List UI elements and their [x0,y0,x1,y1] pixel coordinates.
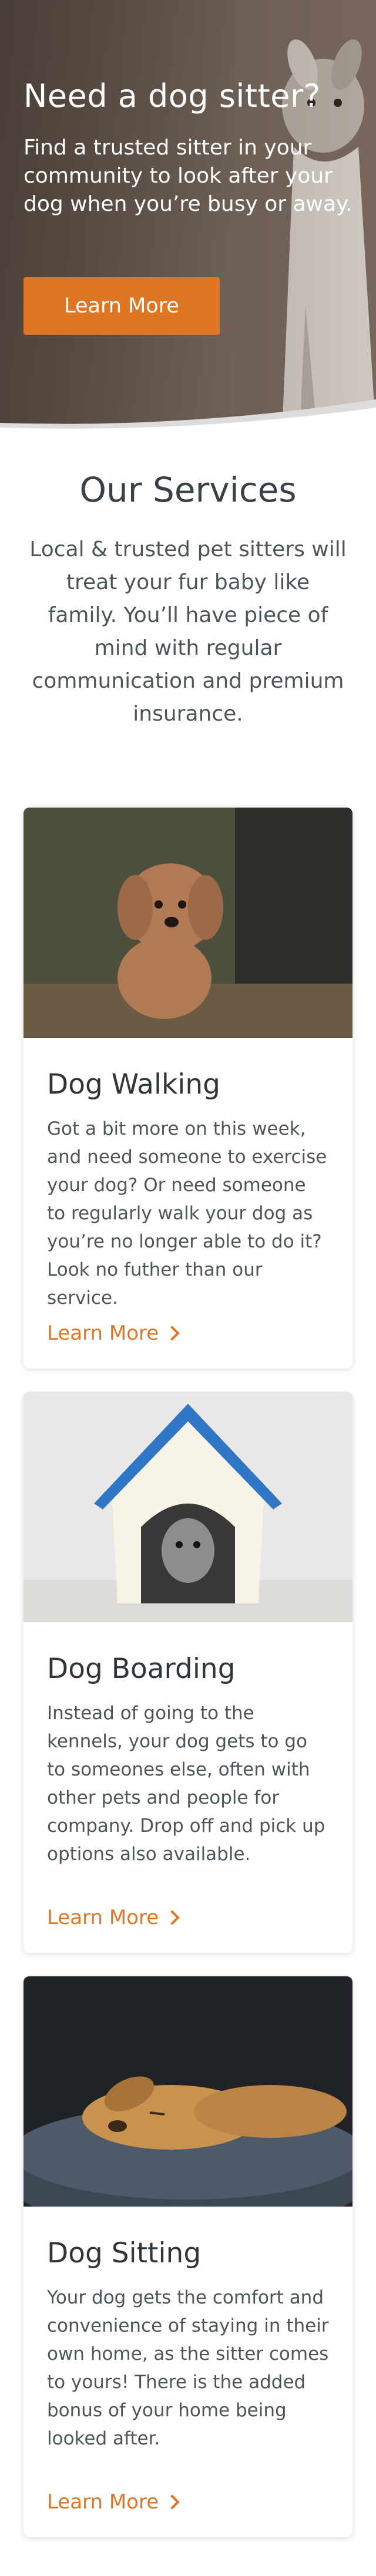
card-title: Dog Walking [47,1068,220,1101]
services-intro: Local & trusted pet sitters will treat y… [29,537,347,726]
link-label: Learn More [47,1321,159,1345]
chevron-right-icon [164,1326,180,1341]
hero-wave-divider [0,399,376,435]
card-title: Dog Boarding [47,1653,236,1685]
dog-sitting-learn-more-link[interactable]: Learn More [47,2490,180,2514]
hero-banner: Need a dog sitter? Find a trusted sitter… [0,0,376,435]
link-label: Learn More [47,2490,159,2514]
service-card-dog-sitting: Dog Sitting Your dog gets the comfort an… [24,1976,352,2537]
service-card-dog-walking: Dog Walking Got a bit more on this week,… [24,808,352,1368]
card-description: Instead of going to the kennels, your do… [47,1703,325,1865]
link-label: Learn More [47,1906,159,1929]
card-description: Got a bit more on this week, and need so… [47,1118,327,1309]
chevron-right-icon [164,2494,180,2510]
card-title: Dog Sitting [47,2237,202,2269]
chevron-right-icon [164,1910,180,1925]
card-description: Your dog gets the comfort and convenienc… [47,2287,329,2449]
service-card-dog-boarding: Dog Boarding Instead of going to the ken… [24,1392,352,1953]
hero-title: Need a dog sitter? [24,78,321,115]
learn-more-button[interactable]: Learn More [24,277,220,335]
services-title: Our Services [79,470,297,510]
dog-walking-image [24,808,352,1038]
dog-walking-learn-more-link[interactable]: Learn More [47,1321,180,1345]
services-section: Our Services Local & trusted pet sitters… [0,435,376,731]
dog-boarding-learn-more-link[interactable]: Learn More [47,1906,180,1929]
dog-sitting-image [24,1976,352,2235]
dog-boarding-image [24,1392,352,1622]
hero-text: Find a trusted sitter in your community … [24,136,352,216]
